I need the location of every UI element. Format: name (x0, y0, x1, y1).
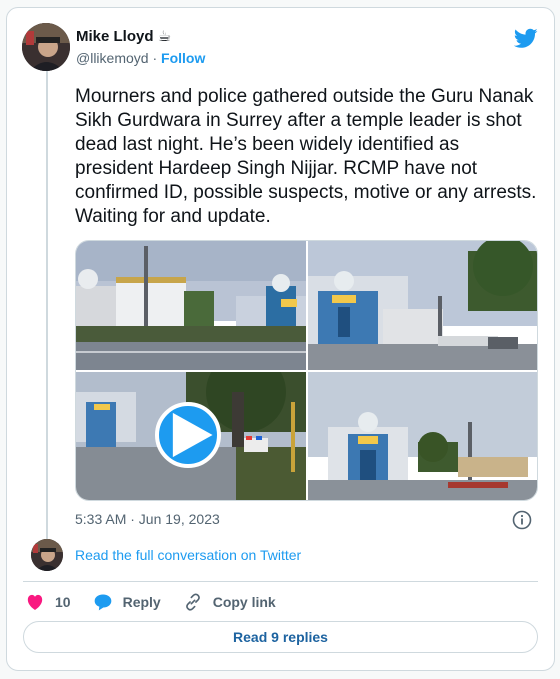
read-replies-button[interactable]: Read 9 replies (23, 621, 538, 653)
handle-separator: · (152, 50, 158, 66)
action-bar: 10 Reply Copy link (25, 592, 298, 612)
play-icon (172, 412, 213, 458)
follow-link[interactable]: Follow (161, 50, 205, 66)
link-icon (185, 593, 200, 611)
divider (23, 581, 538, 582)
video-play-button[interactable] (155, 402, 221, 468)
media-video-police[interactable] (76, 372, 306, 500)
conversation-avatar[interactable] (31, 539, 63, 571)
author-handle[interactable]: @llikemoyd (76, 50, 149, 66)
author-avatar[interactable] (22, 23, 70, 71)
tweet-timestamp[interactable]: 5:33 AM · Jun 19, 2023 (75, 511, 220, 527)
twitter-bird-icon[interactable] (514, 26, 538, 50)
author-block: Mike Lloyd ☕ @llikemoyd · Follow (76, 28, 205, 67)
media-image-temple-tape[interactable] (308, 241, 537, 370)
author-name[interactable]: Mike Lloyd (76, 28, 154, 45)
tweet-card: Mike Lloyd ☕ @llikemoyd · Follow Mourner… (6, 7, 555, 671)
thread-line (46, 71, 48, 541)
coffee-emoji: ☕ (157, 28, 172, 45)
read-replies-label: Read 9 replies (233, 629, 328, 645)
info-icon[interactable] (512, 510, 532, 530)
reply-action[interactable]: Reply (93, 592, 161, 612)
read-conversation-link[interactable]: Read the full conversation on Twitter (75, 547, 301, 563)
reply-bubble-icon (94, 594, 111, 611)
tweet-text: Mourners and police gathered outside the… (75, 86, 537, 227)
copy-link-action[interactable]: Copy link (183, 592, 276, 612)
like-action[interactable]: 10 (25, 592, 71, 612)
media-image-temple-mourners[interactable] (308, 372, 537, 500)
reply-label: Reply (122, 594, 161, 610)
heart-icon (27, 594, 43, 610)
handle-row: @llikemoyd · Follow (76, 49, 205, 67)
media-image-temple-street[interactable] (76, 241, 306, 370)
copy-link-label: Copy link (212, 594, 276, 610)
like-count: 10 (55, 594, 71, 610)
author-name-row[interactable]: Mike Lloyd ☕ (76, 28, 205, 46)
media-grid (75, 240, 538, 501)
